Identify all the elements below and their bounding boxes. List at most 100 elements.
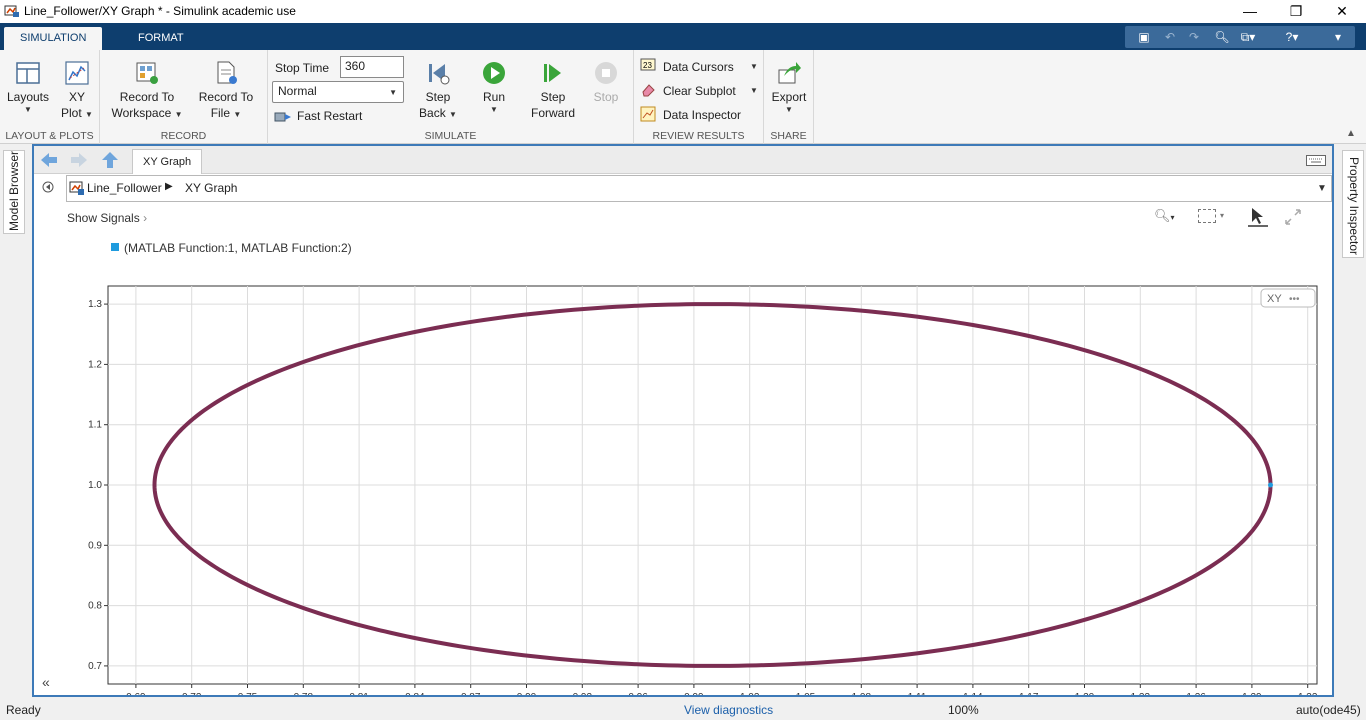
model-browser-tab[interactable]: Model Browser [3,150,25,234]
x-tick-label: 1.08 [852,692,872,695]
step-forward-button[interactable]: Step Forward [524,60,582,121]
fast-restart-button[interactable]: Fast Restart [274,108,404,126]
simulation-mode-select[interactable]: Normal ▼ [272,81,404,103]
quick-access-toolbar: ▣ ↶ ↷ 🔍︎ ⧉▾ ?▾ ▾ [1125,26,1355,48]
record-workspace-icon [136,62,158,84]
legend-label: (MATLAB Function:1, MATLAB Function:2) [124,241,352,255]
layouts-icon [16,62,40,84]
forward-arrow-icon[interactable] [69,151,89,169]
layouts-button[interactable]: Layouts ▼ [4,60,52,114]
chevron-down-icon: ▼ [750,86,758,95]
record-to-file-button[interactable]: Record To File ▼ [190,60,262,123]
run-button[interactable]: Run ▼ [472,60,516,114]
tab-simulation[interactable]: SIMULATION [4,27,103,50]
step-back-button[interactable]: Step Back ▼ [416,60,460,123]
undo-icon[interactable]: ↶ [1161,29,1179,45]
stop-time-input[interactable]: 360 [340,56,404,78]
chevron-down-icon: ▼ [750,62,758,71]
x-tick-label: 0.93 [573,692,593,695]
record-ws-label-2: Workspace [111,106,172,120]
more-options-icon[interactable]: ▾ [1329,29,1347,45]
data-inspector-icon [640,106,656,122]
x-tick-label: 1.14 [963,692,983,695]
y-tick-label: 1.0 [88,480,102,491]
save-icon[interactable]: ▣ [1135,29,1153,45]
export-button[interactable]: Export ▼ [768,60,810,114]
find-icon[interactable]: 🔍︎ [1213,29,1231,45]
zoom-level: 100% [948,703,979,717]
data-cursors-label: Data Cursors [663,60,734,74]
x-tick-label: 1.17 [1019,692,1039,695]
record-file-label-2: File [210,106,231,120]
clear-subplot-button[interactable]: Clear Subplot ▼ [640,82,760,100]
chevron-down-icon: ▼ [233,110,242,119]
svg-text:23: 23 [643,61,652,70]
fit-to-view-icon[interactable] [1198,209,1216,223]
export-icon [778,62,801,84]
xy-plot-button[interactable]: XY Plot ▼ [56,60,98,123]
maximize-plot-icon[interactable] [1284,208,1302,226]
ribbon-tab-bar: SIMULATION FORMAT ▣ ↶ ↷ 🔍︎ ⧉▾ ?▾ ▾ [0,23,1366,50]
property-inspector-tab[interactable]: Property Inspector [1342,150,1364,258]
xy-graph-document-tab[interactable]: XY Graph [132,149,203,174]
restore-button[interactable]: ❐ [1273,0,1319,23]
breadcrumb-block[interactable]: XY Graph [185,181,237,195]
breadcrumb-separator[interactable]: ▶ [165,181,173,192]
chevron-down-icon: ▼ [785,105,793,114]
data-cursors-button[interactable]: 23 Data Cursors ▼ [640,58,760,76]
x-tick-label: 0.90 [517,692,537,695]
title-bar: Line_Follower/XY Graph * - Simulink acad… [0,0,1366,23]
breadcrumb: Line_Follower ▶ XY Graph ▼ [66,175,1332,202]
stop-time-label: Stop Time [275,61,330,75]
close-button[interactable]: ✕ [1319,0,1365,23]
collapse-left-icon[interactable]: « [42,674,50,690]
status-bar: Ready View diagnostics 100% auto(ode45) [0,700,1366,720]
breadcrumb-dropdown-icon[interactable]: ▼ [1317,183,1327,194]
chevron-down-icon[interactable]: ▾ [1220,211,1224,220]
section-label-record: RECORD [160,130,207,142]
breadcrumb-model[interactable]: Line_Follower [87,181,162,195]
x-tick-label: 0.75 [238,692,258,695]
section-record: Record To Workspace ▼ Record To File ▼ R… [100,50,268,144]
data-cursors-icon: 23 [640,58,656,71]
back-arrow-icon[interactable] [39,151,59,169]
legend-swatch [111,243,119,251]
hide-explorer-bar-icon[interactable] [42,181,54,193]
tab-format[interactable]: FORMAT [122,27,200,50]
export-label: Export [771,90,807,104]
section-label-layout: LAYOUT & PLOTS [5,130,94,142]
editor-window: XY Graph Line_Follower ▶ XY Graph ▼ Show… [32,144,1334,697]
cursor-icon[interactable] [1246,206,1270,228]
more-options-icon[interactable]: ••• [1289,294,1300,305]
section-label-review: REVIEW RESULTS [652,130,745,142]
y-tick-label: 1.1 [88,420,102,431]
chevron-down-icon: ▼ [389,88,397,97]
chevron-down-icon: ▼ [490,105,498,114]
x-tick-label: 1.29 [1242,692,1262,695]
section-review-results: 23 Data Cursors ▼ Clear Subplot ▼ Data I… [634,50,764,144]
eraser-icon [642,84,655,97]
up-arrow-icon[interactable] [100,150,120,170]
view-diagnostics-link[interactable]: View diagnostics [684,703,773,717]
xy-plot-label-2: Plot [61,106,82,120]
xy-plot-label-1: XY [68,90,85,104]
xy-plot-area[interactable]: (MATLAB Function:1, MATLAB Function:2) 0.… [34,234,1332,695]
chevron-down-icon: ▼ [449,110,457,119]
show-signals-label: Show Signals [67,211,140,225]
simulation-mode-value: Normal [278,84,317,98]
y-tick-label: 1.3 [88,299,102,310]
window-layout-icon[interactable]: ⧉▾ [1239,29,1257,45]
show-signals-link[interactable]: Show Signals › [67,211,147,225]
data-inspector-button[interactable]: Data Inspector [640,106,760,124]
zoom-in-icon[interactable]: 🔍︎▾ [1154,208,1175,224]
step-back-label-2: Back [419,106,446,120]
collapse-ribbon-icon[interactable]: ▲ [1346,128,1356,139]
record-to-workspace-button[interactable]: Record To Workspace ▼ [108,60,186,123]
help-icon[interactable]: ?▾ [1283,29,1301,45]
solver-status[interactable]: auto(ode45) [1296,703,1361,717]
minimize-button[interactable]: — [1227,0,1273,23]
redo-icon[interactable]: ↷ [1185,29,1203,45]
clear-subplot-label: Clear Subplot [663,84,736,98]
stop-button[interactable]: Stop [586,60,626,105]
keyboard-icon[interactable] [1306,155,1326,166]
